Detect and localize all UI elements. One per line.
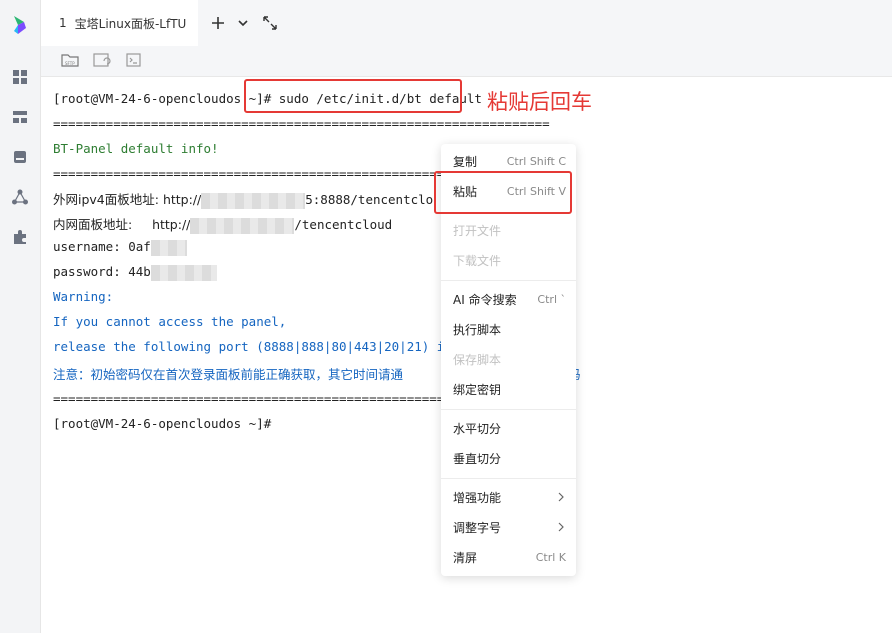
info-title: BT-Panel default info!: [53, 141, 219, 156]
dashboard-icon[interactable]: [11, 68, 29, 86]
menu-label: AI 命令搜索: [453, 292, 517, 307]
internal-address-line: 内网面板地址: http:// /tencentcloud: [53, 214, 392, 234]
warning-line: If you cannot access the panel,: [53, 314, 287, 329]
menu-label: 打开文件: [453, 223, 502, 238]
chevron-right-icon: [558, 492, 564, 502]
internal-address-label: 内网面板地址: http://: [53, 217, 191, 232]
menu-divider: [441, 280, 576, 281]
menu-label: 执行脚本: [453, 322, 502, 337]
menu-item-clear[interactable]: 清屏 Ctrl K: [453, 545, 566, 569]
sftp-folder-icon[interactable]: SFTP: [60, 51, 80, 69]
warning-label: Warning:: [53, 289, 114, 304]
menu-item-ai-search[interactable]: AI 命令搜索 Ctrl `: [453, 287, 566, 311]
username-label: username: 0af: [53, 239, 151, 254]
separator-line: ========================================…: [53, 116, 550, 131]
svg-text:SFTP: SFTP: [65, 61, 75, 66]
terminal-toolbar: SFTP: [41, 46, 892, 77]
menu-shortcut: Ctrl Shift C: [506, 154, 566, 168]
redacted-ip: [190, 217, 295, 234]
storage-icon[interactable]: [11, 148, 29, 166]
menu-item-font-size[interactable]: 调整字号: [453, 515, 566, 539]
internal-address-suffix: /tencentcloud: [294, 217, 393, 232]
redacted-username: [150, 239, 187, 256]
expand-icon[interactable]: [261, 14, 279, 32]
plugin-icon[interactable]: [11, 228, 29, 246]
network-icon[interactable]: [11, 188, 29, 206]
redacted-password: [150, 264, 217, 281]
warning-line: release the following port (8888|888|80|…: [53, 339, 475, 354]
menu-item-run-script[interactable]: 执行脚本: [453, 317, 566, 341]
script-icon[interactable]: [124, 51, 144, 69]
server-list-icon[interactable]: [11, 108, 29, 126]
menu-divider: [441, 478, 576, 479]
tab-bar: 1 宝塔Linux面板-LfTU: [41, 0, 892, 46]
tab-index: 1: [59, 16, 67, 30]
menu-item-split-vertical[interactable]: 垂直切分: [453, 446, 566, 470]
command-highlight-box: [244, 79, 462, 113]
tab-label: 宝塔Linux面板-LfTU: [74, 16, 187, 31]
menu-divider: [441, 409, 576, 410]
sidebar: [0, 0, 41, 633]
prompt: [root@VM-24-6-opencloudos ~]: [53, 91, 264, 106]
note-line: 注意：初始密码仅在首次登录面板前能正确获取，其它时间请通: [53, 367, 404, 382]
menu-item-copy[interactable]: 复制 Ctrl Shift C: [453, 149, 566, 173]
menu-item-download-file: 下载文件: [453, 248, 566, 272]
password-label: password: 44b: [53, 264, 151, 279]
menu-item-open-file: 打开文件: [453, 218, 566, 242]
annotation-text: 粘贴后回车: [487, 90, 592, 114]
menu-item-bind-key[interactable]: 绑定密钥: [453, 377, 566, 401]
menu-shortcut: Ctrl `: [537, 292, 566, 306]
paste-highlight-box: [434, 171, 572, 214]
menu-shortcut: Ctrl K: [535, 550, 566, 564]
add-tab-icon[interactable]: [209, 14, 227, 32]
menu-label: 复制: [453, 154, 478, 169]
password-line: password: 44b: [53, 264, 217, 281]
external-address-line: 外网ipv4面板地址: http:// 5:8888/tencentclo: [53, 189, 433, 209]
menu-item-save-script: 保存脚本: [453, 347, 566, 371]
app-logo-icon: [14, 16, 26, 34]
redacted-ip: [201, 192, 306, 209]
chevron-down-icon[interactable]: [234, 14, 252, 32]
menu-item-enhance[interactable]: 增强功能: [453, 485, 566, 509]
sync-window-icon[interactable]: [92, 51, 112, 69]
menu-label: 水平切分: [453, 421, 502, 436]
chevron-right-icon: [558, 522, 564, 532]
menu-label: 调整字号: [453, 520, 502, 535]
external-address-label: 外网ipv4面板地址: http://: [53, 192, 202, 207]
menu-label: 增强功能: [453, 490, 502, 505]
final-prompt: [root@VM-24-6-opencloudos ~]#: [53, 416, 272, 431]
external-address-suffix: 5:8888/tencentclo: [305, 192, 434, 207]
menu-label: 垂直切分: [453, 451, 502, 466]
menu-label: 绑定密钥: [453, 382, 502, 397]
tab-session[interactable]: 1 宝塔Linux面板-LfTU: [41, 0, 198, 46]
menu-label: 保存脚本: [453, 352, 502, 367]
menu-label: 下载文件: [453, 253, 502, 268]
menu-label: 清屏: [453, 550, 478, 565]
menu-item-split-horizontal[interactable]: 水平切分: [453, 416, 566, 440]
username-line: username: 0af: [53, 239, 187, 256]
